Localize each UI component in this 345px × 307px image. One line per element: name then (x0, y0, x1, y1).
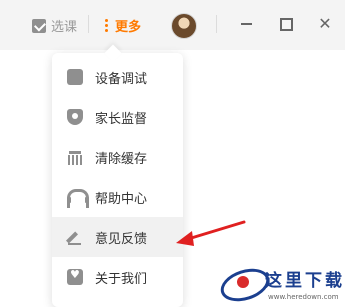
about-icon (67, 268, 83, 285)
select-course-label: 选课 (51, 20, 78, 35)
headset-icon (67, 189, 89, 208)
select-course-button[interactable]: 选课 (32, 16, 77, 35)
minimize-icon (240, 23, 252, 25)
more-button[interactable]: 更多 (105, 16, 141, 35)
course-icon (32, 18, 46, 33)
menu-item-clear-cache[interactable]: 清除缓存 (52, 137, 183, 177)
more-dots-icon (105, 19, 108, 32)
menu-item-feedback[interactable]: 意见反馈 (52, 217, 183, 257)
minimize-button[interactable] (237, 15, 255, 33)
close-icon: ✕ (318, 14, 332, 33)
watermark-url: www.heredown.com (268, 293, 339, 301)
toolbar-divider (216, 15, 217, 33)
toolbar-divider (88, 15, 89, 33)
more-dropdown-menu: 设备调试 家长监督 清除缓存 帮助中心 意见反馈 关于我们 (52, 53, 183, 307)
maximize-button[interactable] (277, 15, 295, 33)
more-label: 更多 (115, 20, 142, 35)
watermark-logo-icon (216, 263, 274, 307)
parent-supervision-icon (67, 109, 83, 125)
close-button[interactable]: ✕ (316, 15, 334, 33)
menu-item-label: 意见反馈 (95, 231, 148, 247)
clear-cache-icon (67, 149, 83, 165)
menu-item-label: 家长监督 (95, 111, 148, 127)
menu-item-label: 设备调试 (95, 71, 148, 87)
menu-item-parent-supervision[interactable]: 家长监督 (52, 97, 183, 137)
annotation-arrow-icon (176, 220, 246, 246)
menu-item-help-center[interactable]: 帮助中心 (52, 177, 183, 217)
top-toolbar: 选课 更多 ✕ (0, 0, 345, 50)
watermark-text: 这里下载 (265, 271, 345, 291)
pencil-icon (67, 229, 83, 245)
menu-item-device-test[interactable]: 设备调试 (52, 57, 183, 97)
menu-item-label: 关于我们 (95, 271, 148, 287)
menu-item-label: 清除缓存 (95, 151, 148, 167)
menu-item-about-us[interactable]: 关于我们 (52, 257, 183, 297)
menu-item-label: 帮助中心 (95, 191, 148, 207)
avatar[interactable] (171, 13, 197, 39)
maximize-icon (279, 17, 293, 31)
device-test-icon (67, 69, 83, 85)
